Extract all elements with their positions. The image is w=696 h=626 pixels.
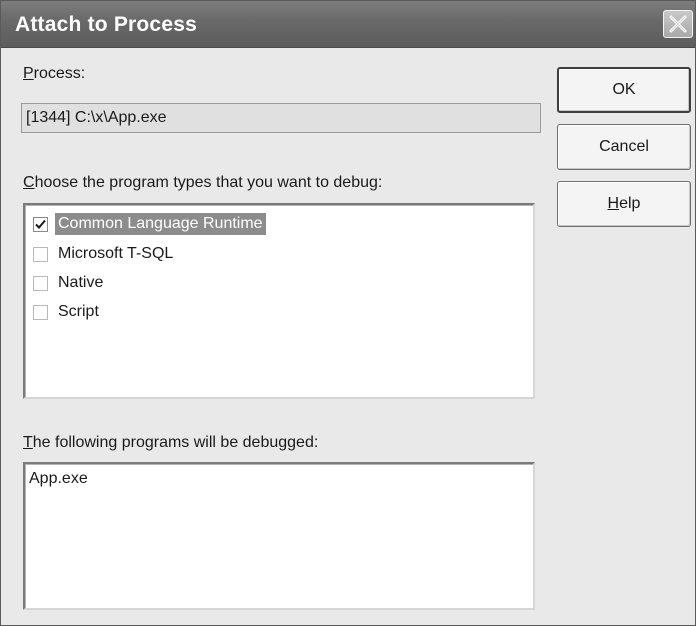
program-item: App.exe (29, 470, 88, 487)
close-button[interactable] (663, 10, 693, 38)
checkmark-icon (35, 219, 46, 229)
program-type-label: Native (58, 274, 104, 291)
cancel-button[interactable]: Cancel (557, 124, 691, 170)
process-label: Process: (23, 65, 85, 83)
title-bar[interactable]: Attach to Process (1, 1, 695, 48)
program-types-label: Choose the program types that you want t… (23, 174, 382, 192)
attach-to-process-dialog: Attach to Process Process: [1344] C:\x\A… (0, 0, 696, 626)
programs-debugged-label: The following programs will be debugged: (23, 434, 318, 452)
programs-debugged-list[interactable]: App.exe (23, 462, 535, 610)
process-label-text: rocess: (33, 65, 86, 82)
program-types-list[interactable]: Common Language Runtime Microsoft T-SQL … (23, 203, 535, 399)
program-type-label: Common Language Runtime (55, 213, 266, 235)
program-type-item-microsoft-t-sql[interactable]: Microsoft T-SQL (33, 241, 176, 267)
program-types-label-accel: C (23, 174, 35, 191)
close-icon (669, 15, 687, 33)
ok-button[interactable]: OK (557, 67, 691, 113)
common-language-runtime-checkbox[interactable] (33, 216, 48, 232)
native-checkbox[interactable] (33, 275, 48, 291)
script-checkbox[interactable] (33, 304, 48, 320)
program-type-label: Script (58, 303, 99, 320)
dialog-title: Attach to Process (15, 13, 197, 36)
process-field: [1344] C:\x\App.exe (21, 103, 541, 133)
programs-debugged-label-text: he following programs will be debugged: (32, 434, 319, 451)
help-button-accel: H (607, 195, 620, 212)
process-label-accel: P (23, 65, 34, 82)
program-type-item-script[interactable]: Script (33, 299, 102, 325)
microsoft-t-sql-checkbox[interactable] (33, 246, 48, 262)
programs-debugged-label-accel: T (23, 434, 33, 451)
help-button[interactable]: Help (557, 181, 691, 227)
program-type-label: Microsoft T-SQL (58, 245, 174, 262)
program-type-item-common-language-runtime[interactable]: Common Language Runtime (33, 211, 266, 237)
program-types-label-text: hoose the program types that you want to… (34, 174, 383, 191)
program-type-item-native[interactable]: Native (33, 270, 106, 296)
help-button-text: elp (619, 195, 641, 212)
